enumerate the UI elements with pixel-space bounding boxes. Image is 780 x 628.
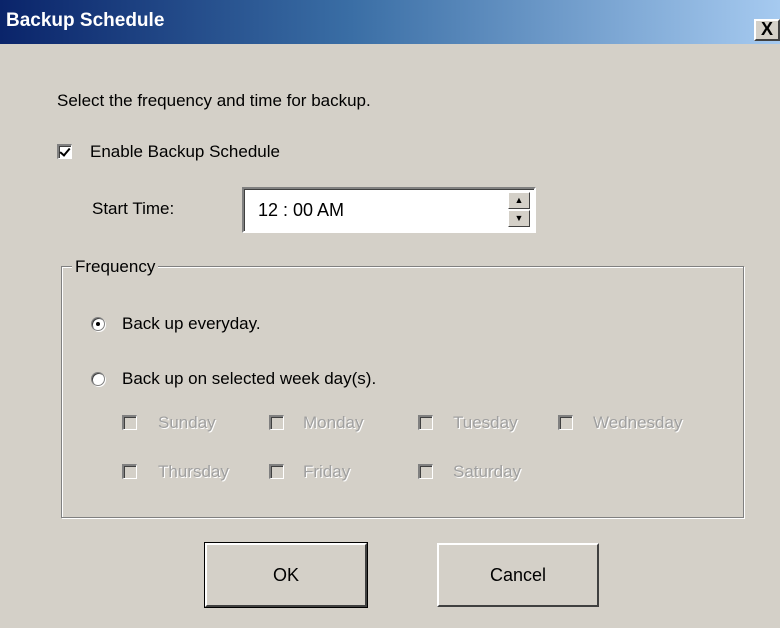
sunday-checkbox[interactable] [122,415,137,430]
wednesday-checkbox[interactable] [558,415,573,430]
weekdays-radio[interactable] [91,372,105,386]
window-title: Backup Schedule [6,10,165,31]
arrow-up-icon: ▲ [514,195,524,205]
start-time-value: 12 : 00 AM [258,200,345,220]
close-button[interactable]: X [754,19,780,41]
saturday-label: Saturday [453,462,522,481]
sunday-label: Sunday [158,413,216,432]
tuesday-label: Tuesday [453,413,518,432]
instructions-text: Select the frequency and time for backup… [57,91,371,110]
thursday-label: Thursday [158,462,229,481]
friday-label: Friday [303,462,351,481]
start-time-input[interactable]: 12 : 00 AM ▲ ▼ [242,187,536,233]
saturday-checkbox[interactable] [418,464,433,479]
close-icon: X [760,19,773,39]
friday-checkbox[interactable] [269,464,284,479]
frequency-legend: Frequency [72,257,159,277]
wednesday-label: Wednesday [593,413,683,432]
tuesday-checkbox[interactable] [418,415,433,430]
weekdays-label[interactable]: Back up on selected week day(s). [122,369,376,389]
enable-schedule-checkbox[interactable] [57,144,72,159]
title-bar[interactable]: Backup Schedule X [0,0,780,44]
cancel-button[interactable]: Cancel [437,543,599,607]
monday-checkbox[interactable] [269,415,284,430]
start-time-label: Start Time: [92,199,175,218]
everyday-radio[interactable] [91,317,105,331]
time-down-button[interactable]: ▼ [508,210,530,227]
ok-button[interactable]: OK [204,542,368,608]
monday-label: Monday [303,413,364,432]
enable-schedule-label[interactable]: Enable Backup Schedule [90,142,280,162]
time-up-button[interactable]: ▲ [508,192,530,209]
arrow-down-icon: ▼ [514,213,524,223]
thursday-checkbox[interactable] [122,464,137,479]
everyday-label[interactable]: Back up everyday. [122,314,261,334]
